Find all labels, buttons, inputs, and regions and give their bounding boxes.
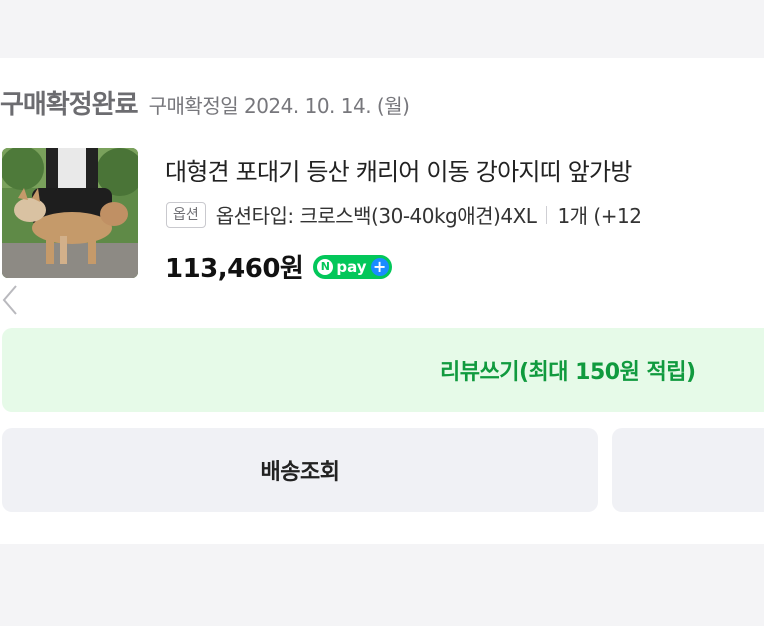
option-divider: [546, 205, 548, 224]
write-review-button[interactable]: 리뷰쓰기(최대 150원 적립): [2, 328, 764, 412]
purchase-confirm-date: 구매확정일 2024. 10. 14. (월): [148, 94, 410, 118]
option-text: 옵션타입: 크로스백(30-40kg애견)4XL: [215, 204, 537, 228]
track-delivery-button[interactable]: 배송조회: [2, 428, 598, 512]
npay-badge: N pay +: [313, 254, 392, 279]
product-price: 113,460원: [165, 254, 304, 284]
track-delivery-label: 배송조회: [260, 460, 340, 485]
product-option-row: 옵션 옵션타입: 크로스백(30-40kg애견)4XL 1개 (+12: [166, 200, 642, 229]
chevron-left-icon[interactable]: [0, 280, 20, 320]
plus-icon: +: [370, 257, 389, 276]
order-status: 구매확정완료: [0, 90, 139, 120]
secondary-action-button[interactable]: [612, 428, 764, 512]
order-status-row: 구매확정완료 구매확정일 2024. 10. 14. (월): [0, 84, 410, 121]
product-title[interactable]: 대형견 포대기 등산 캐리어 이동 강아지띠 앞가방: [165, 152, 632, 187]
write-review-label: 리뷰쓰기(최대 150원 적립): [440, 360, 696, 385]
npay-label: pay: [336, 257, 367, 276]
quantity-text: 1개 (+12: [557, 204, 642, 228]
naver-n-icon: N: [317, 258, 334, 275]
order-card: 구매확정완료 구매확정일 2024. 10. 14. (월) 대형견 포대기 등…: [0, 58, 764, 544]
price-row: 113,460원 N pay +: [165, 248, 392, 285]
product-image: [2, 148, 138, 278]
option-badge: 옵션: [166, 201, 206, 228]
product-thumbnail[interactable]: [2, 148, 138, 278]
